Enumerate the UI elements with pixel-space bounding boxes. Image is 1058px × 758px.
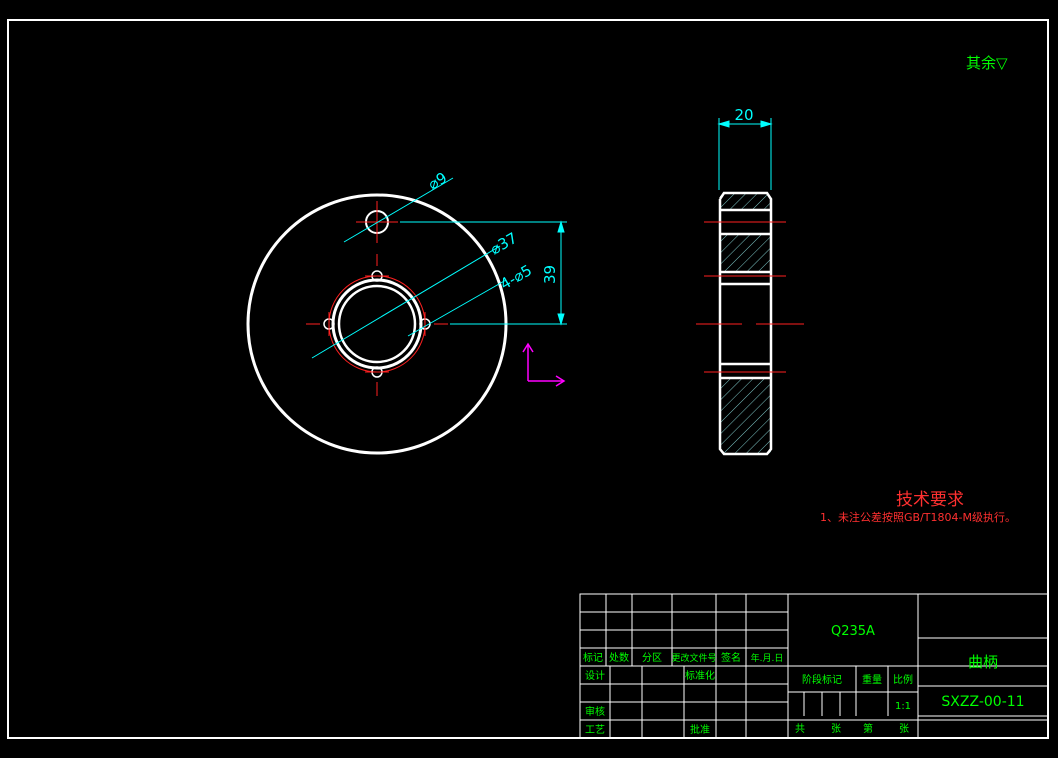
material: Q235A — [831, 624, 875, 639]
tech-req-title: 技术要求 — [896, 490, 964, 510]
stage-mark-label: 阶段标记 — [802, 673, 842, 686]
weight-label: 重量 — [862, 673, 882, 686]
checker-label: 审核 — [585, 705, 605, 718]
dim-top-hole: ⌀9 — [425, 169, 450, 194]
rev-header-zone: 分区 — [642, 652, 662, 664]
ucs-icon — [522, 342, 566, 387]
rev-header-date: 年.月.日 — [751, 652, 784, 664]
dim-small-holes: 4-⌀5 — [497, 261, 535, 293]
sheet-total-label: 共 — [795, 723, 805, 735]
approve-label: 批准 — [690, 723, 710, 736]
dim-offset: 39 — [541, 265, 559, 284]
process-label: 工艺 — [585, 724, 605, 736]
dim-bore: ⌀37 — [487, 229, 520, 259]
designer-label: 设计 — [585, 669, 605, 682]
roughness-note: 其余▽ — [966, 54, 1008, 72]
rev-header-sign: 签名 — [721, 651, 741, 664]
bore-inner — [337, 284, 417, 364]
sheet-unit-2: 张 — [899, 723, 909, 735]
hatch-top — [720, 194, 771, 210]
front-view: ⌀9 ⌀37 4-⌀5 39 — [246, 169, 567, 455]
tech-req-line: 1、未注公差按照GB/T1804-M级执行。 — [820, 510, 1016, 524]
bore-outer — [331, 278, 423, 370]
sheet-unit-1: 张 — [831, 723, 841, 735]
side-view: 20 — [696, 106, 804, 456]
rev-header-mark: 标记 — [583, 652, 603, 664]
cad-drawing: ⌀9 ⌀37 4-⌀5 39 20 其余▽ 技术要求 1、未注公差按照GB/T1… — [7, 19, 1049, 739]
title-block-text: 标记 处数 分区 更改文件号 签名 年.月.日 设计 标准化 审核 工艺 批准 … — [583, 624, 1025, 736]
hatch-bottom — [720, 378, 771, 454]
standardization-label: 标准化 — [685, 669, 715, 682]
scale-label: 比例 — [893, 673, 913, 686]
bolt-circle — [328, 275, 426, 373]
drawing-number: SXZZ-00-11 — [941, 694, 1024, 710]
dim-thickness: 20 — [734, 106, 753, 124]
part-name: 曲柄 — [968, 653, 998, 671]
rev-header-doc: 更改文件号 — [671, 652, 716, 664]
scale-value: 1:1 — [895, 701, 911, 712]
sheet-no-label: 第 — [863, 722, 873, 735]
hatch-mid — [720, 234, 771, 272]
rev-header-count: 处数 — [609, 651, 629, 664]
